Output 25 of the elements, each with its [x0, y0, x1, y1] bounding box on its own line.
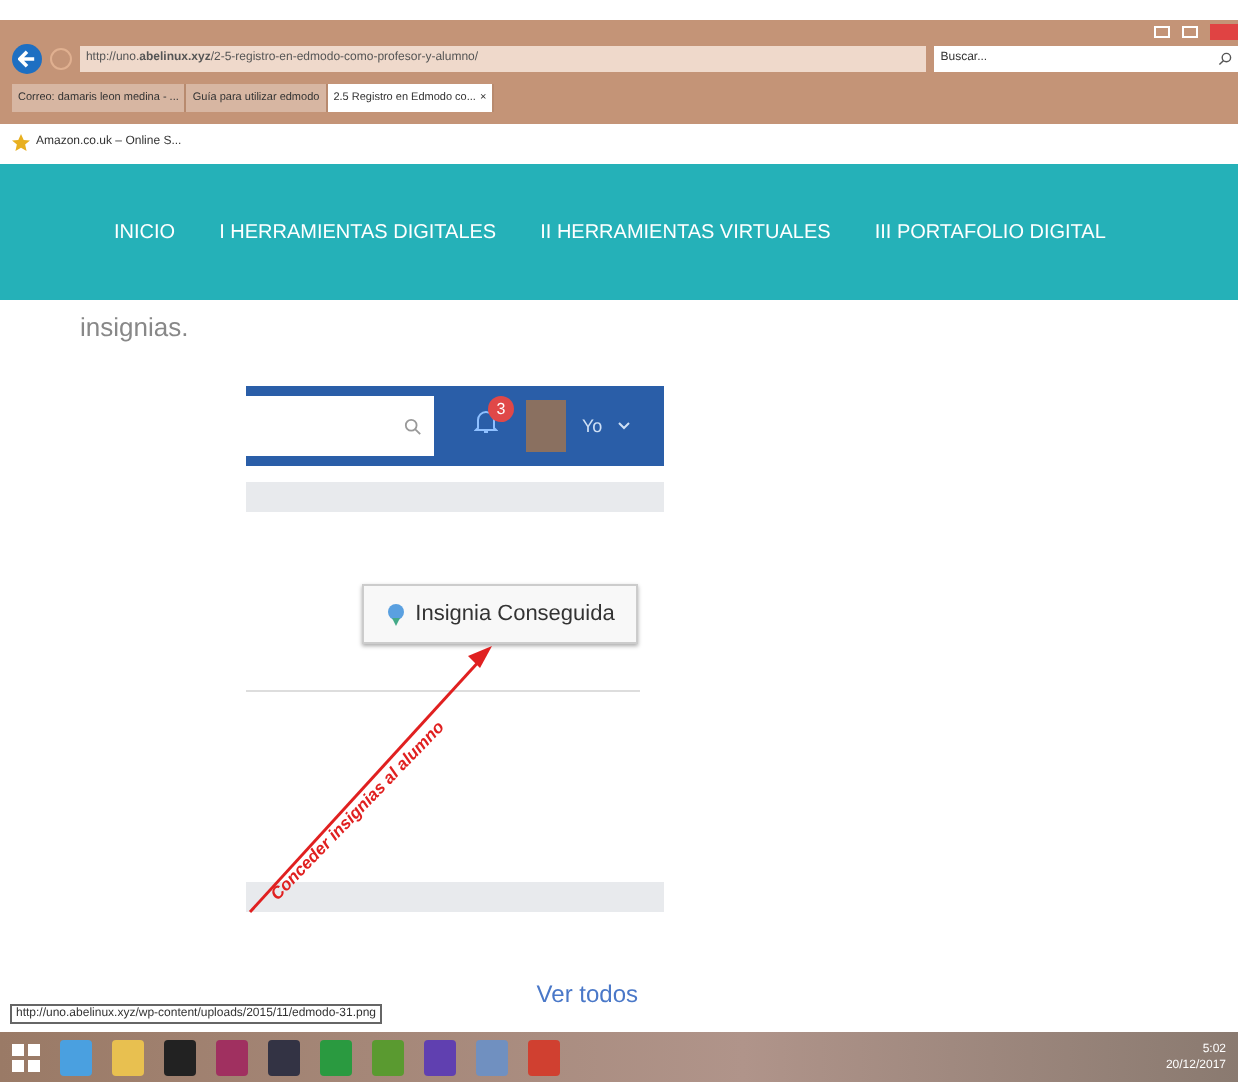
badge-icon [385, 602, 408, 626]
search-field[interactable] [246, 396, 434, 456]
search-icon [1218, 51, 1232, 65]
taskbar-app-icon[interactable] [268, 1039, 300, 1075]
forward-button[interactable] [49, 47, 72, 69]
chevron-down-icon[interactable] [618, 422, 631, 430]
back-arrow-icon [17, 49, 36, 67]
search-icon [404, 417, 422, 435]
star-icon[interactable] [12, 133, 30, 151]
maximize-button[interactable] [1182, 26, 1198, 38]
badge-button[interactable]: Insignia Conseguida [362, 584, 638, 644]
notification-count: 3 [488, 395, 514, 421]
arrow-icon [246, 642, 496, 916]
taskbar-app-icon[interactable] [112, 1039, 144, 1075]
taskbar-app-icon[interactable] [164, 1039, 196, 1075]
body-text: insignias. [78, 310, 191, 342]
taskbar-app-icon[interactable] [216, 1039, 248, 1075]
minimize-button[interactable] [1154, 26, 1170, 38]
taskbar-app-icon[interactable] [424, 1039, 456, 1075]
windows-icon[interactable] [12, 1043, 40, 1071]
see-all-link[interactable]: Ver todos [536, 980, 638, 1008]
back-button[interactable] [12, 43, 42, 73]
user-menu[interactable]: Yo [582, 416, 603, 436]
avatar-placeholder [526, 400, 566, 452]
bell-icon[interactable] [474, 407, 498, 435]
